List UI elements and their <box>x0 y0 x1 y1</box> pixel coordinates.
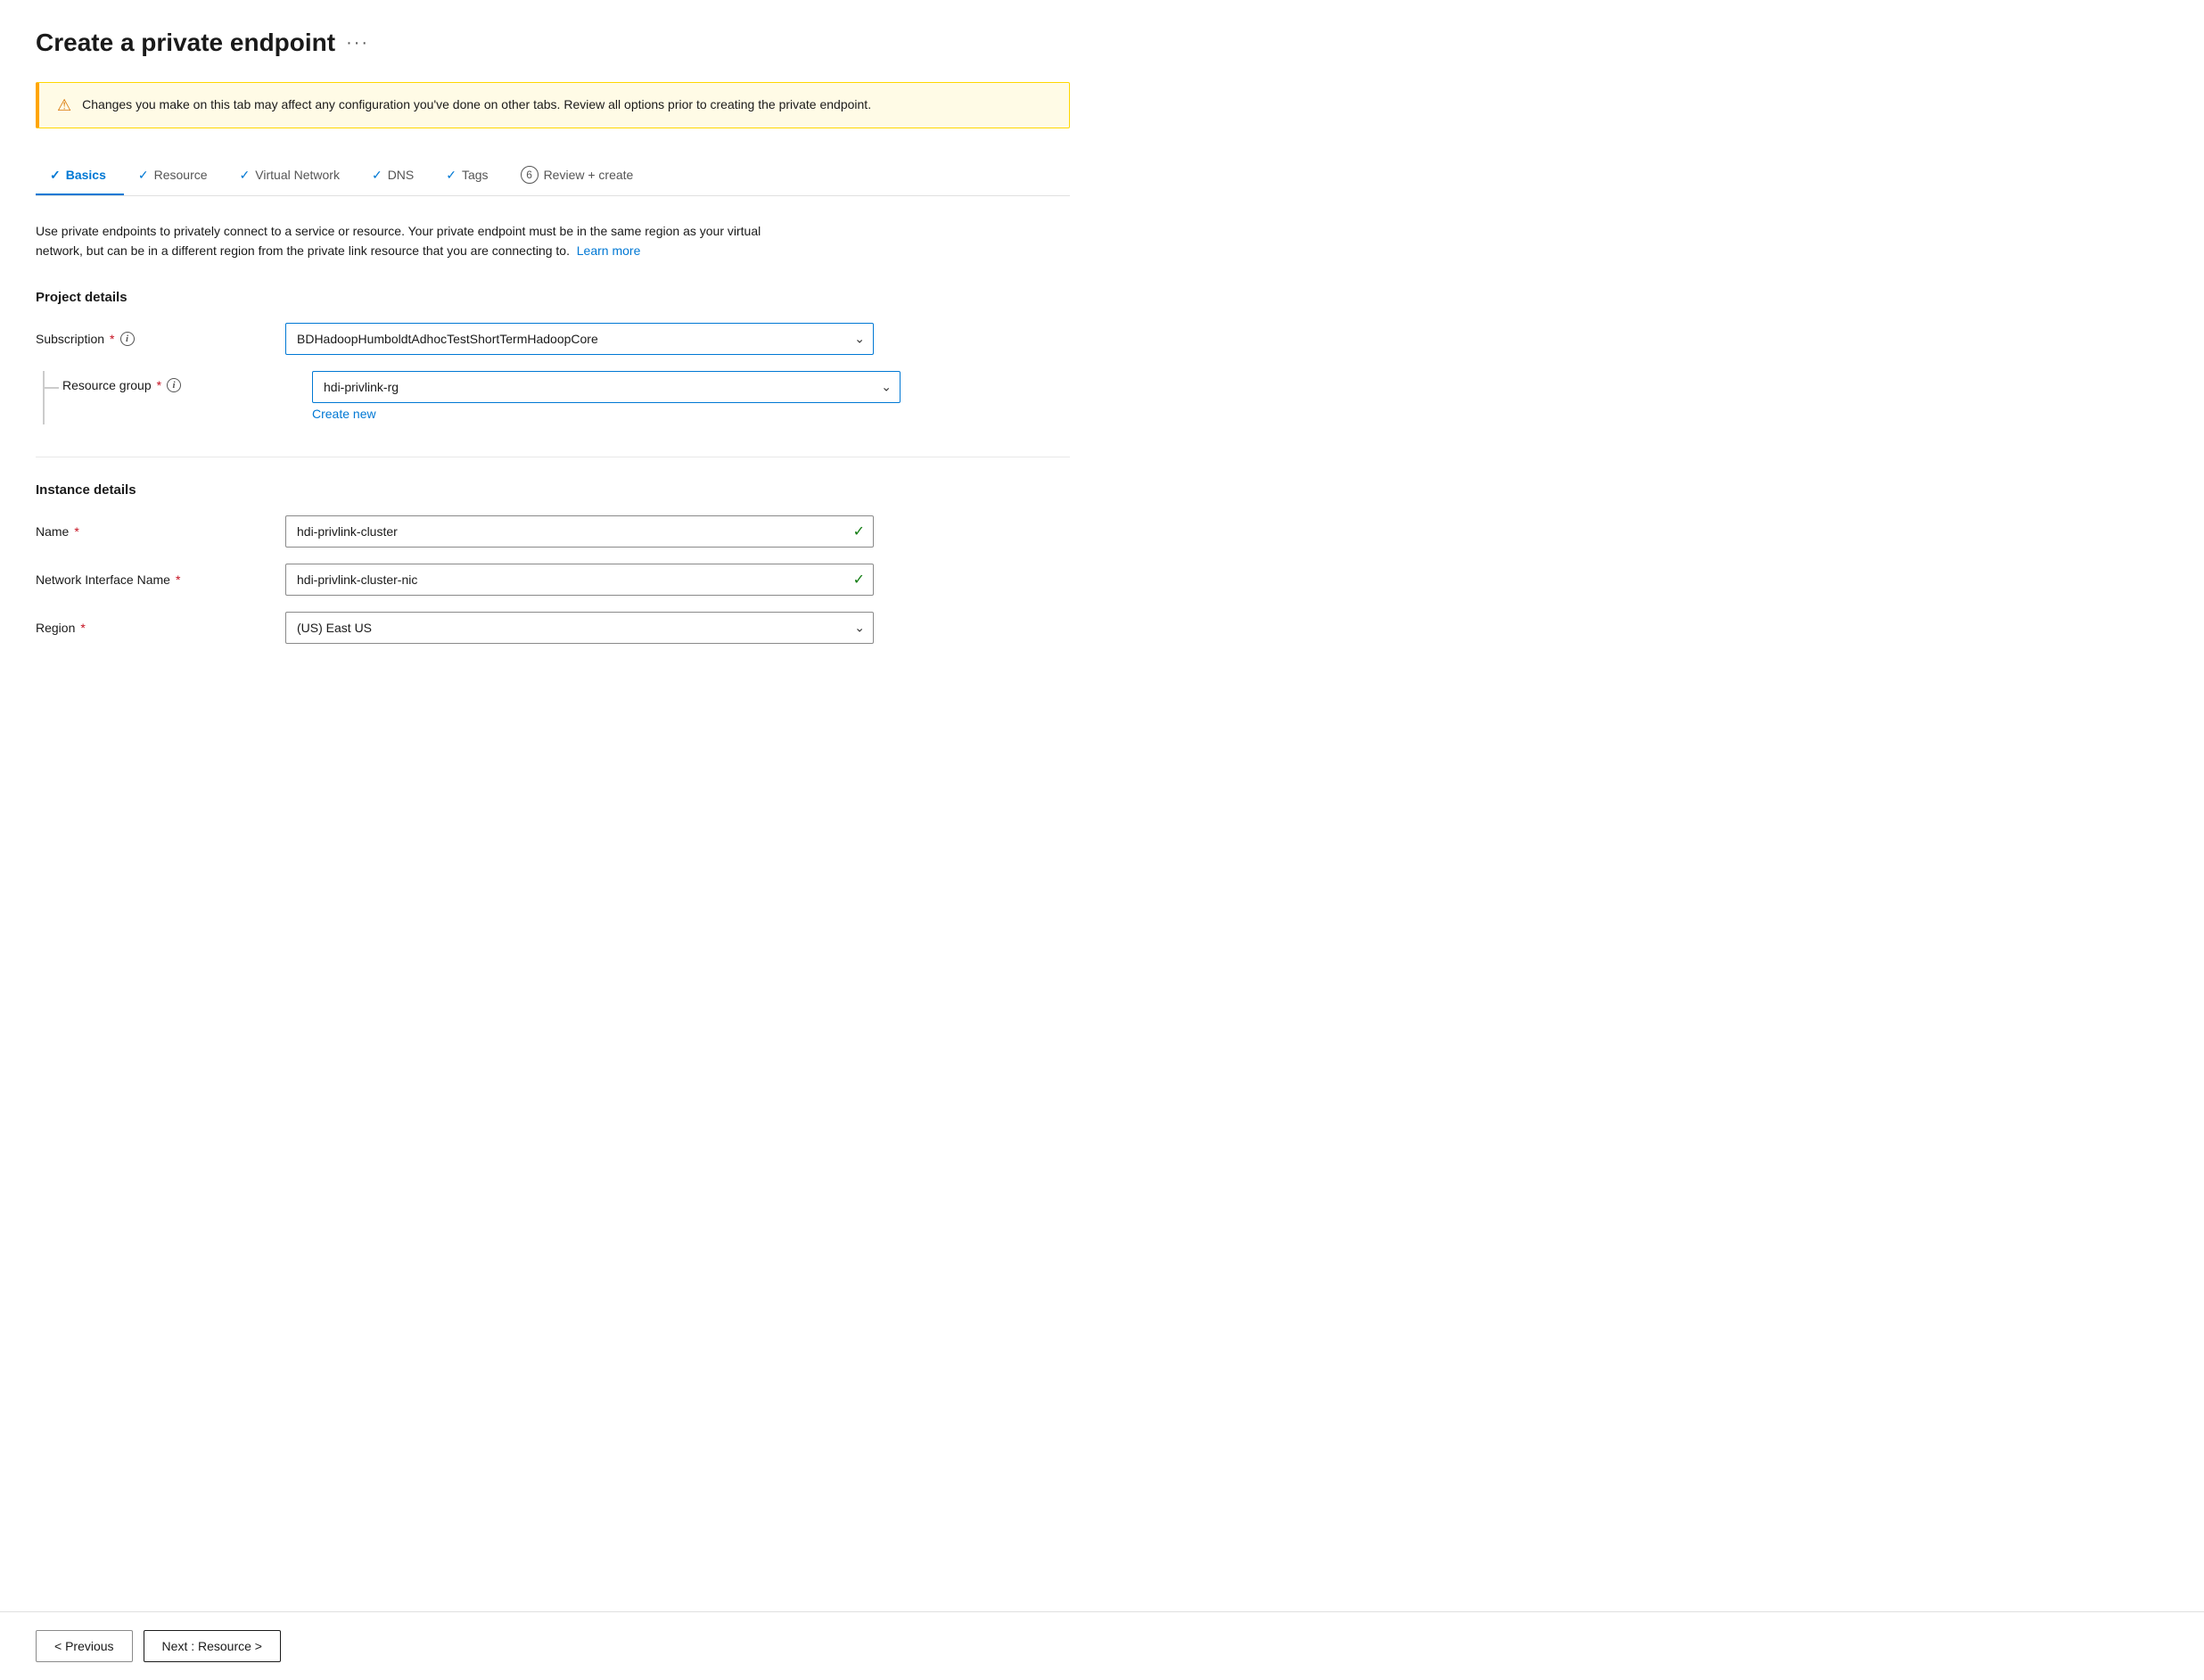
tab-vnet-check-icon: ✓ <box>240 168 251 183</box>
learn-more-link[interactable]: Learn more <box>577 243 641 258</box>
tab-basics[interactable]: ✓ Basics <box>36 159 124 195</box>
tab-vnet-label: Virtual Network <box>255 168 340 182</box>
name-input[interactable] <box>285 515 874 548</box>
subscription-select-wrapper: BDHadoopHumboldtAdhocTestShortTermHadoop… <box>285 323 874 355</box>
tab-review-create[interactable]: 6 Review + create <box>506 157 652 196</box>
network-interface-name-row: Network Interface Name * ✓ <box>36 564 1070 596</box>
subscription-row: Subscription * i BDHadoopHumboldtAdhocTe… <box>36 323 1070 355</box>
project-details-section: Project details Subscription * i BDHadoo… <box>36 290 1070 424</box>
tab-resource[interactable]: ✓ Resource <box>124 159 226 195</box>
name-input-wrapper: ✓ <box>285 515 874 548</box>
subscription-select[interactable]: BDHadoopHumboldtAdhocTestShortTermHadoop… <box>285 323 874 355</box>
subscription-info-icon[interactable]: i <box>120 332 135 346</box>
tab-resource-check-icon: ✓ <box>138 168 149 183</box>
ellipsis-menu[interactable]: ··· <box>346 33 369 54</box>
subscription-label: Subscription * i <box>36 332 285 346</box>
tab-virtual-network[interactable]: ✓ Virtual Network <box>226 159 358 195</box>
tab-dns-label: DNS <box>388 168 415 182</box>
resource-group-info-icon[interactable]: i <box>167 378 181 392</box>
resource-group-indent-row: Resource group * i hdi-privlink-rg ⌄ Cre… <box>36 371 1070 424</box>
warning-banner: ⚠ Changes you make on this tab may affec… <box>36 82 1070 128</box>
nic-required-star: * <box>176 572 180 587</box>
tab-dns-check-icon: ✓ <box>372 168 382 183</box>
create-new-link[interactable]: Create new <box>312 407 901 421</box>
description-text: Use private endpoints to privately conne… <box>36 221 802 261</box>
resource-group-control: hdi-privlink-rg ⌄ Create new <box>312 371 901 421</box>
tab-basics-label: Basics <box>66 168 106 182</box>
page-title: Create a private endpoint <box>36 29 335 57</box>
bottom-bar: < Previous Next : Resource > <box>0 1611 2204 1680</box>
resource-group-select[interactable]: hdi-privlink-rg <box>312 371 901 403</box>
tab-tags-check-icon: ✓ <box>446 168 456 183</box>
tab-review-num: 6 <box>521 166 539 184</box>
previous-button[interactable]: < Previous <box>36 1630 133 1662</box>
tab-tags[interactable]: ✓ Tags <box>432 159 506 195</box>
region-row: Region * (US) East US ⌄ <box>36 612 1070 644</box>
network-interface-name-label: Network Interface Name * <box>36 572 285 587</box>
name-label: Name * <box>36 524 285 539</box>
nic-input-wrapper: ✓ <box>285 564 874 596</box>
warning-icon: ⚠ <box>57 96 71 115</box>
tabs-row: ✓ Basics ✓ Resource ✓ Virtual Network ✓ … <box>36 157 1070 196</box>
region-select[interactable]: (US) East US <box>285 612 874 644</box>
region-required-star: * <box>80 621 85 635</box>
resource-group-required-star: * <box>157 378 161 392</box>
tab-dns[interactable]: ✓ DNS <box>358 159 432 195</box>
tab-review-label: Review + create <box>544 168 634 182</box>
tab-resource-label: Resource <box>154 168 208 182</box>
name-row: Name * ✓ <box>36 515 1070 548</box>
instance-details-section: Instance details Name * ✓ Network Interf… <box>36 482 1070 644</box>
project-details-title: Project details <box>36 290 1070 305</box>
nic-input[interactable] <box>285 564 874 596</box>
tab-basics-check-icon: ✓ <box>50 168 61 183</box>
tab-tags-label: Tags <box>462 168 489 182</box>
next-button[interactable]: Next : Resource > <box>144 1630 281 1662</box>
instance-details-title: Instance details <box>36 482 1070 498</box>
resource-group-label: Resource group * i <box>62 371 312 392</box>
region-select-wrapper: (US) East US ⌄ <box>285 612 874 644</box>
name-required-star: * <box>74 524 78 539</box>
subscription-required-star: * <box>110 332 114 346</box>
resource-group-select-wrapper: hdi-privlink-rg ⌄ <box>312 371 901 403</box>
subscription-control: BDHadoopHumboldtAdhocTestShortTermHadoop… <box>285 323 874 355</box>
warning-text: Changes you make on this tab may affect … <box>82 95 871 114</box>
region-label: Region * <box>36 621 285 635</box>
